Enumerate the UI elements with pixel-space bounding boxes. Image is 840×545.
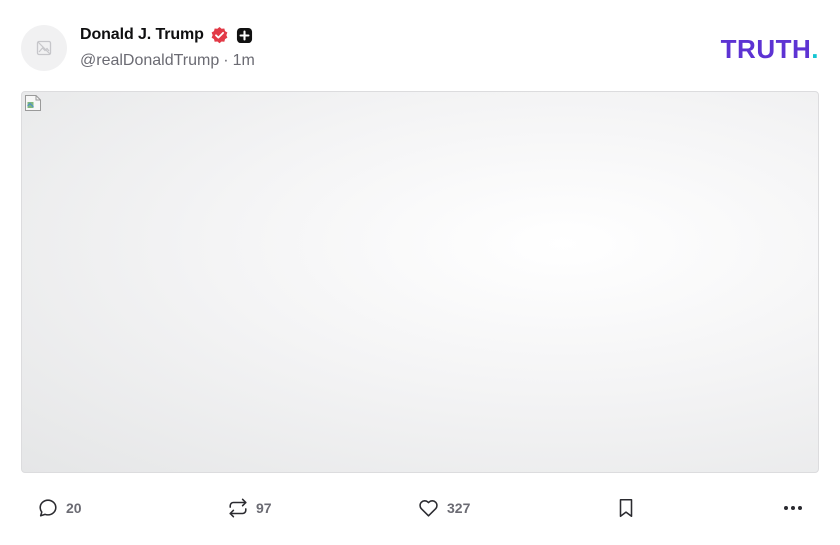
post-meta: @realDonaldTrump · 1m [80,52,255,70]
truth-social-logo[interactable]: TRUTH. [721,34,819,65]
bookmark-button[interactable] [615,492,637,524]
reply-icon [39,499,57,517]
like-count: 327 [447,500,471,516]
reply-button[interactable]: 20 [37,492,82,524]
author-row: Donald J. Trump [80,24,253,46]
logo-dot: . [811,34,819,64]
retruth-button[interactable]: 97 [227,492,272,524]
more-horizontal-icon [784,506,802,510]
more-options-button[interactable] [781,492,805,524]
retruth-icon [229,498,247,518]
retruth-count: 97 [256,500,272,516]
post-timestamp[interactable]: 1m [233,52,255,70]
like-button[interactable]: 327 [417,492,470,524]
meta-separator: · [223,52,229,69]
bookmark-icon [619,498,633,518]
avatar[interactable] [21,25,67,71]
post-media[interactable] [21,91,819,473]
author-handle[interactable]: @realDonaldTrump [80,52,219,70]
heart-icon [419,500,438,517]
author-name[interactable]: Donald J. Trump [80,26,204,44]
broken-image-icon [25,95,41,111]
plus-badge-icon [236,27,252,43]
logo-text: TRUTH [720,34,812,64]
action-bar: 20 97 327 [0,492,840,524]
image-placeholder-icon [36,40,52,56]
truth-post-card: Donald J. Trump @realDonaldTrump · 1m TR… [0,0,840,545]
reply-count: 20 [66,500,82,516]
verified-badge-icon [211,26,228,43]
